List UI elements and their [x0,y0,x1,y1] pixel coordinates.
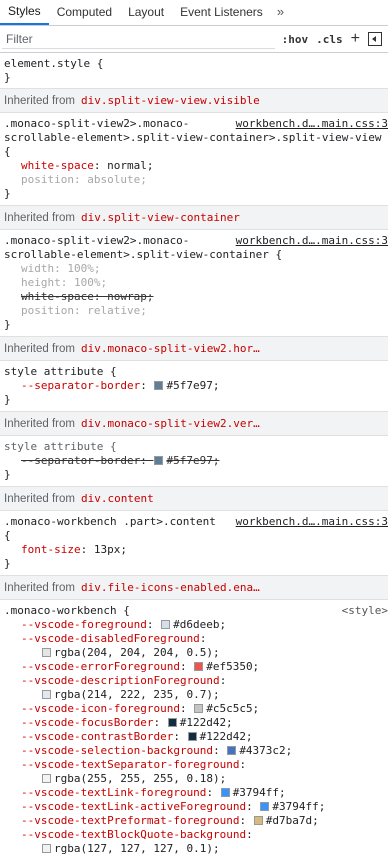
inherited-element-link[interactable]: div.monaco-split-view2.ver… [81,417,260,430]
tab-computed[interactable]: Computed [49,0,120,25]
css-variable-declaration[interactable]: --vscode-foreground: #d6deeb; [4,618,384,632]
inherited-header: Inherited from div.content [0,487,388,511]
inherited-header: Inherited from div.split-view-container [0,206,388,230]
color-swatch[interactable] [194,704,204,713]
inherited-header: Inherited from div.split-view-view.visibl… [0,89,388,113]
css-variable-declaration[interactable]: --vscode-icon-foreground: #c5c5c5; [4,702,384,716]
declaration[interactable]: width: 100%; [4,262,384,276]
color-swatch[interactable] [154,381,164,390]
declaration[interactable]: position: relative; [4,304,384,318]
inherited-header: Inherited from div.monaco-split-view2.hor… [0,337,388,361]
rule-selector[interactable]: style attribute { [4,365,384,379]
color-swatch[interactable] [42,690,51,699]
rule-selector[interactable]: .monaco-workbench { [4,604,384,618]
css-variable-declaration[interactable]: --vscode-focusBorder: #122d42; [4,716,384,730]
rule-close: } [4,71,11,84]
inherited-element-link[interactable]: div.split-view-container [81,211,240,224]
style-rule: workbench.d….main.css:3 .monaco-split-vi… [0,230,388,337]
inherited-element-link[interactable]: div.file-icons-enabled.ena… [81,581,260,594]
color-swatch[interactable] [154,456,164,465]
inherited-element-link[interactable]: div.monaco-split-view2.hor… [81,342,260,355]
inherited-header: Inherited from div.file-icons-enabled.ena… [0,576,388,600]
hov-button[interactable]: :hov [278,33,313,46]
tab-layout[interactable]: Layout [120,0,172,25]
color-swatch[interactable] [227,746,237,755]
style-rule: workbench.d….main.css:3 .monaco-split-vi… [0,113,388,206]
color-swatch[interactable] [167,718,177,727]
rule-source-link[interactable]: workbench.d….main.css:3 [233,515,388,529]
rule-source-link[interactable]: <style> [339,604,388,618]
color-swatch[interactable] [42,774,51,783]
color-swatch[interactable] [187,732,197,741]
color-swatch[interactable] [42,844,51,853]
declaration-overridden[interactable]: white-space: nowrap; [4,290,384,304]
rule-selector[interactable]: element.style { [4,57,384,71]
tab-styles[interactable]: Styles [0,0,49,25]
css-variable-declaration[interactable]: --vscode-textSeparator-foreground: [4,758,384,772]
element-style-rule: element.style { } [0,53,388,89]
style-attribute-rule: style attribute { --separator-border: #5… [0,436,388,487]
css-variable-declaration[interactable]: --vscode-textLink-foreground: #3794ff; [4,786,384,800]
css-variable-declaration[interactable]: --vscode-disabledForeground: [4,632,384,646]
css-variable-declaration[interactable]: --vscode-textBlockQuote-background: [4,828,384,842]
inherited-element-link[interactable]: div.split-view-view.visible [81,94,260,107]
toggle-sidebar-icon[interactable] [368,32,382,46]
inherited-header: Inherited from div.monaco-split-view2.ver… [0,412,388,436]
variable-value[interactable]: rgba(127, 127, 127, 0.1); [4,842,384,856]
declaration-overridden[interactable]: --separator-border: #5f7e97; [4,454,384,468]
rule-source-link[interactable]: workbench.d….main.css:3 [233,117,388,131]
color-swatch[interactable] [220,788,230,797]
color-swatch[interactable] [194,662,204,671]
declaration[interactable]: font-size: 13px; [4,543,384,557]
declaration[interactable]: height: 100%; [4,276,384,290]
variable-value[interactable]: rgba(255, 255, 255, 0.18); [4,772,384,786]
styles-pane-tabs: Styles Computed Layout Event Listeners » [0,0,388,26]
rule-selector[interactable]: style attribute { [4,440,384,454]
cls-button[interactable]: .cls [312,33,347,46]
css-variable-declaration[interactable]: --vscode-errorForeground: #ef5350; [4,660,384,674]
color-swatch[interactable] [42,648,51,657]
variable-value[interactable]: rgba(204, 204, 204, 0.5); [4,646,384,660]
workbench-rule: <style> .monaco-workbench { --vscode-for… [0,600,388,858]
color-swatch[interactable] [161,620,171,629]
color-swatch[interactable] [260,802,270,811]
tab-event-listeners[interactable]: Event Listeners [172,0,271,25]
variable-value[interactable]: rgba(214, 222, 235, 0.7); [4,688,384,702]
declaration[interactable]: white-space: normal; [4,159,384,173]
css-variable-declaration[interactable]: --vscode-textPreformat-foreground: #d7ba… [4,814,384,828]
color-swatch[interactable] [253,816,263,825]
css-variable-declaration[interactable]: --vscode-contrastBorder: #122d42; [4,730,384,744]
filter-toolbar: Filter :hov .cls + [0,26,388,53]
css-variable-declaration[interactable]: --vscode-selection-background: #4373c2; [4,744,384,758]
style-rule: workbench.d….main.css:3 .monaco-workbenc… [0,511,388,576]
more-tabs-icon[interactable]: » [271,0,290,25]
filter-input[interactable]: Filter [2,29,275,49]
css-variable-declaration[interactable]: --vscode-descriptionForeground: [4,674,384,688]
declaration[interactable]: position: absolute; [4,173,384,187]
new-style-rule-button[interactable]: + [347,30,364,48]
css-variable-declaration[interactable]: --vscode-textLink-activeForeground: #379… [4,800,384,814]
inherited-element-link[interactable]: div.content [81,492,154,505]
rule-source-link[interactable]: workbench.d….main.css:3 [233,234,388,248]
declaration[interactable]: --separator-border: #5f7e97; [4,379,384,393]
style-attribute-rule: style attribute { --separator-border: #5… [0,361,388,412]
